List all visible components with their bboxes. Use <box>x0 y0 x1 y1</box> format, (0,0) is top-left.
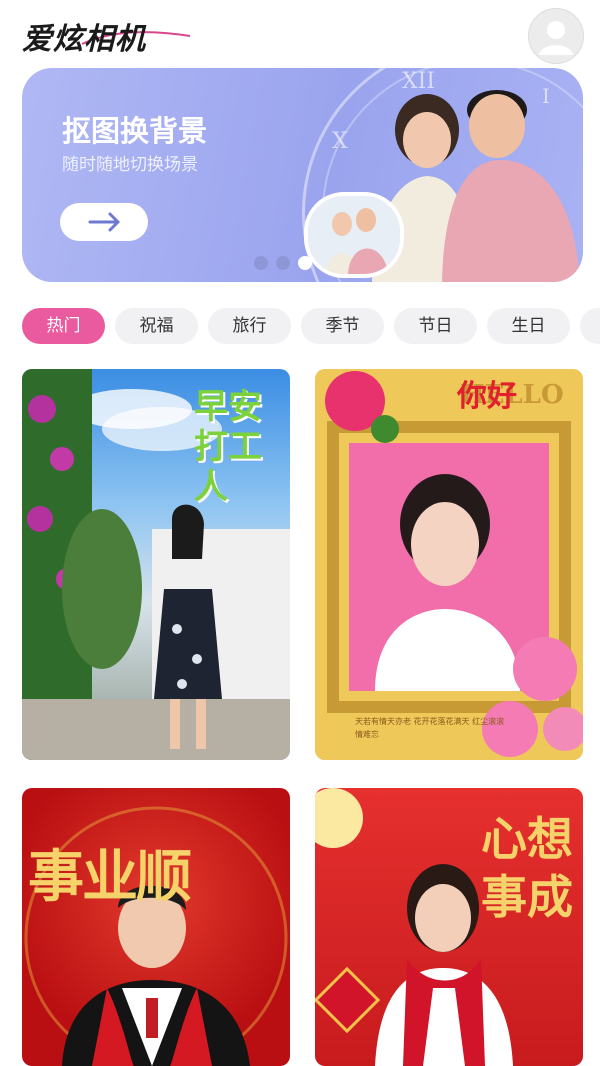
app-logo-title: 爱炫相机 <box>22 22 146 57</box>
card-overlay-text: 心想事成 <box>481 812 573 924</box>
category-tab-festival[interactable]: 节日 <box>394 308 477 344</box>
couple-thumbnail-image <box>308 196 400 274</box>
template-card-morning-worker[interactable]: 早安打工人 <box>22 369 290 760</box>
card-overlay-text: 早安打工人 <box>194 387 262 507</box>
svg-text:X: X <box>332 129 348 154</box>
card-image-new-year-man <box>24 806 288 1066</box>
banner-subtitle: 随时随地切换场景 <box>62 155 198 175</box>
pagination-dot-active[interactable] <box>298 256 312 270</box>
category-tab-hot[interactable]: 热门 <box>22 308 105 344</box>
user-avatar-button[interactable] <box>528 8 584 64</box>
card-image-golden-frame: HELLO <box>315 369 583 760</box>
banner-title: 抠图换背景 <box>62 114 208 148</box>
category-tab-more-partial[interactable] <box>580 308 600 344</box>
banner-pagination <box>254 256 312 270</box>
category-tab-blessing[interactable]: 祝福 <box>115 308 198 344</box>
template-card-hello-frame[interactable]: HELLO 你好 天若有情天亦老 花开花落花满天 红尘滚滚情难忘 <box>315 369 583 760</box>
svg-text:XII: XII <box>402 69 435 94</box>
card-caption-text: 天若有情天亦老 花开花落花满天 红尘滚滚情难忘 <box>355 717 505 739</box>
card-overlay-text: 你好 <box>457 379 517 414</box>
banner-go-button[interactable] <box>60 203 148 241</box>
category-tabs: 热门 祝福 旅行 季节 节日 生日 <box>22 308 600 346</box>
svg-text:I: I <box>542 84 550 108</box>
template-card-career-smooth[interactable]: 事业顺 <box>22 788 290 1066</box>
template-card-wishes-come-true[interactable]: 心想事成 <box>315 788 583 1066</box>
pagination-dot[interactable] <box>254 256 268 270</box>
pagination-dot[interactable] <box>276 256 290 270</box>
category-tab-birthday[interactable]: 生日 <box>487 308 570 344</box>
arrow-right-icon <box>88 212 120 232</box>
user-avatar-icon <box>539 21 573 55</box>
app-header: 爱炫相机 <box>0 0 600 66</box>
category-tab-season[interactable]: 季节 <box>301 308 384 344</box>
promo-banner[interactable]: XII X I 抠图换背景 随时随地切换场景 <box>22 68 583 282</box>
category-tab-travel[interactable]: 旅行 <box>208 308 291 344</box>
before-thumbnail <box>304 192 404 278</box>
card-overlay-text: 事业顺 <box>28 844 192 910</box>
